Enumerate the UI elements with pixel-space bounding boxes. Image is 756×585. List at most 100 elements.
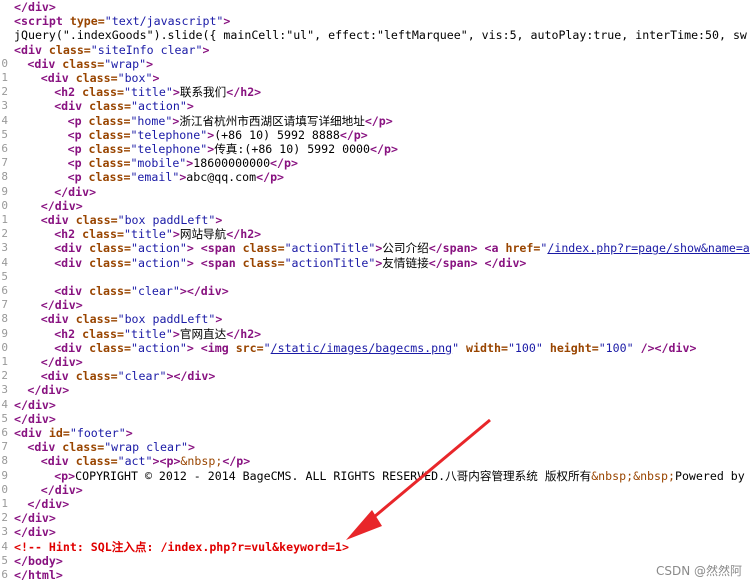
code-token: </body>: [14, 553, 63, 568]
code-token: </div>: [14, 525, 56, 540]
code-content: jQuery(".indexGoods").slide({ mainCell:"…: [14, 28, 747, 42]
line-number: 1: [1, 213, 8, 226]
code-token: "box": [117, 71, 153, 85]
code-token: ": [263, 340, 271, 355]
line-number: 7: [1, 440, 8, 454]
code-token: &nbsp;&nbsp;: [591, 468, 675, 483]
code-token: "100": [507, 340, 543, 355]
code-token: "box paddLeft": [117, 312, 216, 327]
code-content: </html>: [14, 568, 63, 582]
line-number: 7: [1, 156, 8, 170]
code-token: class=: [82, 227, 124, 242]
code-content: <div id="footer">: [14, 426, 133, 440]
code-token: "clear": [130, 284, 180, 298]
code-token: </div>: [27, 383, 70, 398]
line-number: 3: [1, 241, 8, 255]
code-token: <p: [67, 142, 89, 156]
code-token: "title": [124, 227, 173, 242]
code-content: <h2 class="title">官网直达</h2>: [54, 327, 261, 341]
code-token: </div>: [40, 482, 83, 497]
line-number: 0: [1, 340, 8, 354]
code-content: <!-- Hint: SQL注入点: /index.php?r=vul&keyw…: [14, 540, 349, 554]
code-content: </body>: [14, 554, 63, 568]
code-token: (+86 10) 5992 8888: [214, 127, 340, 142]
code-token: ><p>: [152, 454, 181, 469]
line-number: 8: [1, 312, 8, 326]
code-token: </p>: [222, 454, 251, 469]
code-token: <p>: [54, 468, 76, 483]
code-token: class=: [88, 156, 131, 171]
code-token: class=: [75, 312, 118, 327]
line-number: 5: [1, 269, 8, 283]
code-token: <p: [67, 113, 89, 128]
code-token: </div>: [14, 411, 56, 426]
code-token: 官网直达: [179, 326, 227, 341]
code-token: <div: [40, 454, 76, 469]
code-content: <div class="box paddLeft">: [41, 312, 223, 326]
code-token: class=: [75, 71, 118, 85]
code-content: </div>: [14, 412, 56, 426]
line-number: 8: [1, 170, 8, 184]
code-token: class=: [242, 241, 285, 256]
code-token: </div>: [14, 397, 56, 412]
code-link[interactable]: /index.php?r=page/show&name=a: [547, 241, 749, 255]
code-content: <div class="clear"></div>: [54, 284, 229, 298]
code-token: "footer": [69, 426, 126, 440]
code-content: <h2 class="title">联系我们</h2>: [54, 85, 261, 99]
code-token: 公司介绍: [382, 241, 429, 256]
code-token: /></div>: [633, 340, 697, 355]
code-token: id=: [48, 426, 70, 440]
code-token: </div>: [27, 497, 70, 511]
code-token: </div>: [14, 511, 56, 526]
code-token: "action": [130, 340, 187, 355]
code-token: "actionTitle": [284, 241, 376, 256]
code-token: "actionTitle": [284, 255, 376, 270]
code-token: "clear": [117, 369, 167, 384]
code-token: </div>: [14, 0, 56, 14]
code-link[interactable]: /static/images/bagecms.png: [271, 341, 452, 355]
code-token: "action": [130, 255, 187, 270]
line-number: 5: [1, 553, 8, 567]
code-token: href=: [505, 241, 541, 256]
code-token: 浙江省杭州市西湖区请填写详细地址: [179, 113, 365, 128]
code-token: <h2: [54, 85, 83, 100]
code-token: abc@qq.com: [186, 170, 257, 185]
code-content: </div>: [14, 0, 56, 14]
code-token: class=: [88, 127, 131, 142]
code-token: <div: [54, 99, 90, 114]
code-content: <div class="action">: [54, 99, 194, 113]
code-token: > <span: [186, 255, 243, 270]
code-content: <p class="email">abc@qq.com</p>: [68, 170, 284, 184]
code-token: class=: [89, 241, 131, 256]
code-token: </h2>: [226, 326, 262, 341]
line-number: 5: [1, 411, 8, 425]
line-number: 2: [1, 511, 8, 525]
code-token: <div: [27, 56, 63, 71]
code-content: <p class="telephone">传真:(+86 10) 5992 00…: [68, 142, 398, 156]
line-number: 1: [1, 497, 8, 510]
code-token: &nbsp;: [180, 454, 223, 469]
line-number: 9: [1, 468, 8, 482]
code-token: ></div>: [166, 369, 216, 384]
code-token: class=: [89, 340, 131, 355]
line-number: 6: [1, 568, 8, 581]
code-content: <script type="text/javascript">: [14, 14, 230, 28]
code-token: <div: [54, 340, 90, 355]
csdn-watermark: CSDN @然然阿: [655, 564, 742, 578]
code-token: class=: [48, 42, 91, 57]
code-content: <h2 class="title">网站导航</h2>: [54, 227, 261, 241]
code-token: class=: [88, 113, 131, 128]
code-token: </div>: [40, 355, 83, 369]
code-content: </div>: [41, 298, 83, 312]
sql-hint-comment: <!-- Hint: SQL注入点: /index.php?r=vul&keyw…: [14, 539, 349, 554]
code-token: >: [146, 56, 154, 71]
code-content: </div>: [41, 483, 83, 497]
code-token: >: [172, 227, 180, 242]
code-token: class=: [62, 56, 105, 71]
code-content: <p>COPYRIGHT © 2012 - 2014 BageCMS. ALL …: [54, 469, 745, 483]
code-token: </div>: [40, 298, 83, 313]
code-token: class=: [89, 99, 131, 114]
code-token: >: [215, 213, 223, 227]
code-token: width=: [459, 340, 508, 355]
line-number: 9: [1, 184, 8, 198]
